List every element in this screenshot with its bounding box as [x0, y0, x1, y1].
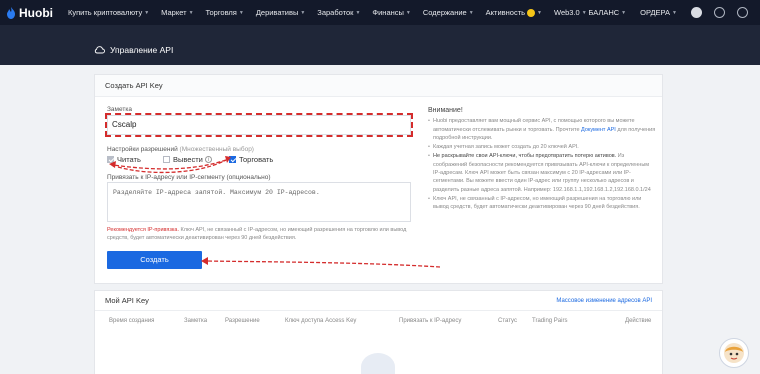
support-chat-button[interactable]	[719, 338, 749, 368]
arrow-to-create	[205, 260, 441, 268]
annotation-arrows	[109, 156, 441, 268]
arrowhead-trade	[225, 156, 231, 163]
support-avatar-icon	[724, 343, 744, 363]
arrowhead-read	[109, 161, 116, 168]
arrow-to-trade	[117, 159, 227, 174]
arrowhead-create	[201, 257, 208, 265]
arrow-to-read	[112, 159, 227, 170]
